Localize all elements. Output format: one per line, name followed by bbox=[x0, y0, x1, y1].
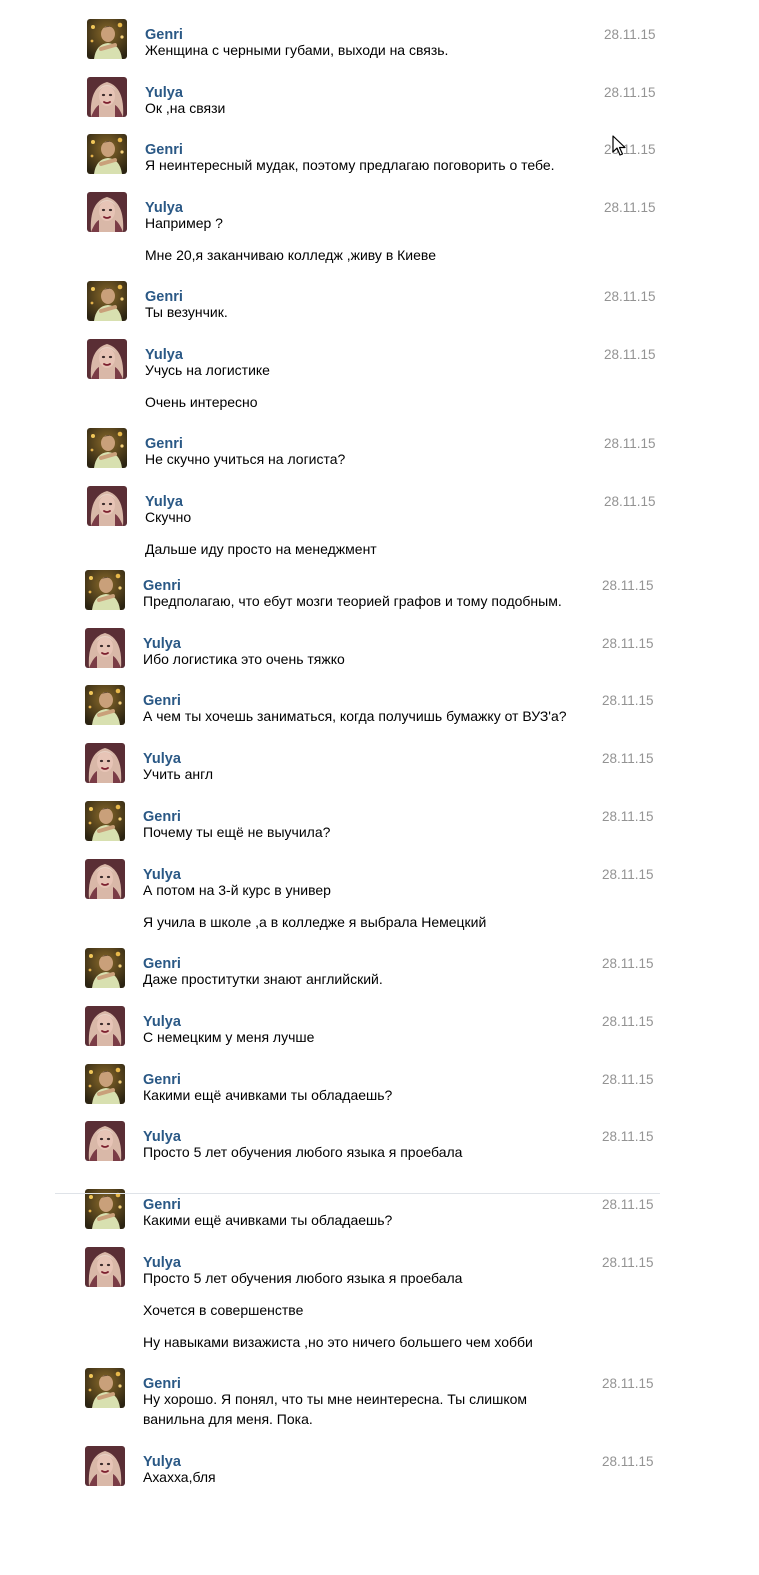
message-date[interactable]: 28.11.15 bbox=[604, 346, 656, 364]
message-date[interactable]: 28.11.15 bbox=[602, 577, 654, 595]
message-text: Я неинтересный мудак, поэтому предлагаю … bbox=[145, 157, 555, 173]
screenshot-seam-divider bbox=[55, 1193, 660, 1194]
message-date[interactable]: 28.11.15 bbox=[602, 955, 654, 973]
message-text: Например ? bbox=[145, 215, 223, 231]
message-text: Ибо логистика это очень тяжко bbox=[143, 651, 345, 667]
message-date[interactable]: 28.11.15 bbox=[602, 750, 654, 768]
message-date[interactable]: 28.11.15 bbox=[602, 692, 654, 710]
avatar[interactable] bbox=[85, 1121, 125, 1161]
avatar[interactable] bbox=[85, 1064, 125, 1104]
message-text: Какими ещё ачивками ты обладаешь? bbox=[143, 1087, 393, 1103]
message-date[interactable]: 28.11.15 bbox=[604, 435, 656, 453]
message-date[interactable]: 28.11.15 bbox=[602, 1071, 654, 1089]
message-text: Учусь на логистике bbox=[145, 362, 270, 378]
avatar[interactable] bbox=[85, 859, 125, 899]
message-date[interactable]: 28.11.15 bbox=[604, 493, 656, 511]
message-date[interactable]: 28.11.15 bbox=[602, 1375, 654, 1393]
message-text: А потом на 3-й курс в универ bbox=[143, 882, 331, 898]
message-text: Скучно bbox=[145, 509, 192, 525]
message-text: Ну навыками визажиста ,но это ничего бол… bbox=[143, 1334, 533, 1350]
avatar[interactable] bbox=[87, 486, 127, 526]
message-date[interactable]: 28.11.15 bbox=[604, 26, 656, 44]
message-text: Я учила в школе ,а в колледже я выбрала … bbox=[143, 914, 487, 930]
message-text: Не скучно учиться на логиста? bbox=[145, 451, 346, 467]
message-date[interactable]: 28.11.15 bbox=[602, 1254, 654, 1272]
avatar[interactable] bbox=[85, 1368, 125, 1408]
mouse-cursor-icon bbox=[612, 135, 626, 156]
avatar[interactable] bbox=[87, 339, 127, 379]
message-text: Ты везунчик. bbox=[145, 304, 228, 320]
avatar[interactable] bbox=[87, 281, 127, 321]
avatar[interactable] bbox=[85, 1247, 125, 1287]
message-text: Ок ,на связи bbox=[145, 100, 226, 116]
message-date[interactable]: 28.11.15 bbox=[602, 1128, 654, 1146]
message-date[interactable]: 28.11.15 bbox=[604, 288, 656, 306]
message-text: Предполагаю, что ебут мозги теорией граф… bbox=[143, 593, 562, 609]
message-text: Даже проститутки знают английский. bbox=[143, 971, 383, 987]
message-text: С немецким у меня лучше bbox=[143, 1029, 315, 1045]
avatar[interactable] bbox=[85, 801, 125, 841]
message-text: Ну хорошо. Я понял, что ты мне неинтерес… bbox=[143, 1391, 528, 1407]
message-text: Женщина с черными губами, выходи на связ… bbox=[145, 42, 449, 58]
message-text: Ахахха,бля bbox=[143, 1469, 216, 1485]
avatar[interactable] bbox=[87, 134, 127, 174]
message-text: Очень интересно bbox=[145, 394, 258, 410]
message-text: Какими ещё ачивками ты обладаешь? bbox=[143, 1212, 393, 1228]
message-date[interactable]: 28.11.15 bbox=[602, 1453, 654, 1471]
message-date[interactable]: 28.11.15 bbox=[604, 199, 656, 217]
message-text: Мне 20,я заканчиваю колледж ,живу в Киев… bbox=[145, 247, 436, 263]
message-text: А чем ты хочешь заниматься, когда получи… bbox=[143, 708, 567, 724]
message-text: Просто 5 лет обучения любого языка я про… bbox=[143, 1144, 463, 1160]
avatar[interactable] bbox=[87, 428, 127, 468]
message-date[interactable]: 28.11.15 bbox=[602, 1013, 654, 1031]
avatar[interactable] bbox=[85, 685, 125, 725]
message-date[interactable]: 28.11.15 bbox=[604, 84, 656, 102]
message-text: Учить англ bbox=[143, 766, 214, 782]
avatar[interactable] bbox=[87, 77, 127, 117]
message-text: Почему ты ещё не выучила? bbox=[143, 824, 331, 840]
avatar[interactable] bbox=[85, 948, 125, 988]
avatar[interactable] bbox=[85, 628, 125, 668]
message-date[interactable]: 28.11.15 bbox=[602, 635, 654, 653]
avatar[interactable] bbox=[85, 1446, 125, 1486]
message-text: ванильна для меня. Пока. bbox=[143, 1411, 313, 1427]
avatar[interactable] bbox=[87, 192, 127, 232]
message-text: Хочется в совершенстве bbox=[143, 1302, 304, 1318]
message-date[interactable]: 28.11.15 bbox=[602, 866, 654, 884]
avatar[interactable] bbox=[85, 570, 125, 610]
message-text: Просто 5 лет обучения любого языка я про… bbox=[143, 1270, 463, 1286]
avatar[interactable] bbox=[85, 743, 125, 783]
message-date[interactable]: 28.11.15 bbox=[602, 808, 654, 826]
message-date[interactable]: 28.11.15 bbox=[602, 1196, 654, 1214]
message-text: Дальше иду просто на менеджмент bbox=[145, 541, 377, 557]
avatar[interactable] bbox=[85, 1006, 125, 1046]
avatar[interactable] bbox=[87, 19, 127, 59]
avatar[interactable] bbox=[85, 1189, 125, 1229]
